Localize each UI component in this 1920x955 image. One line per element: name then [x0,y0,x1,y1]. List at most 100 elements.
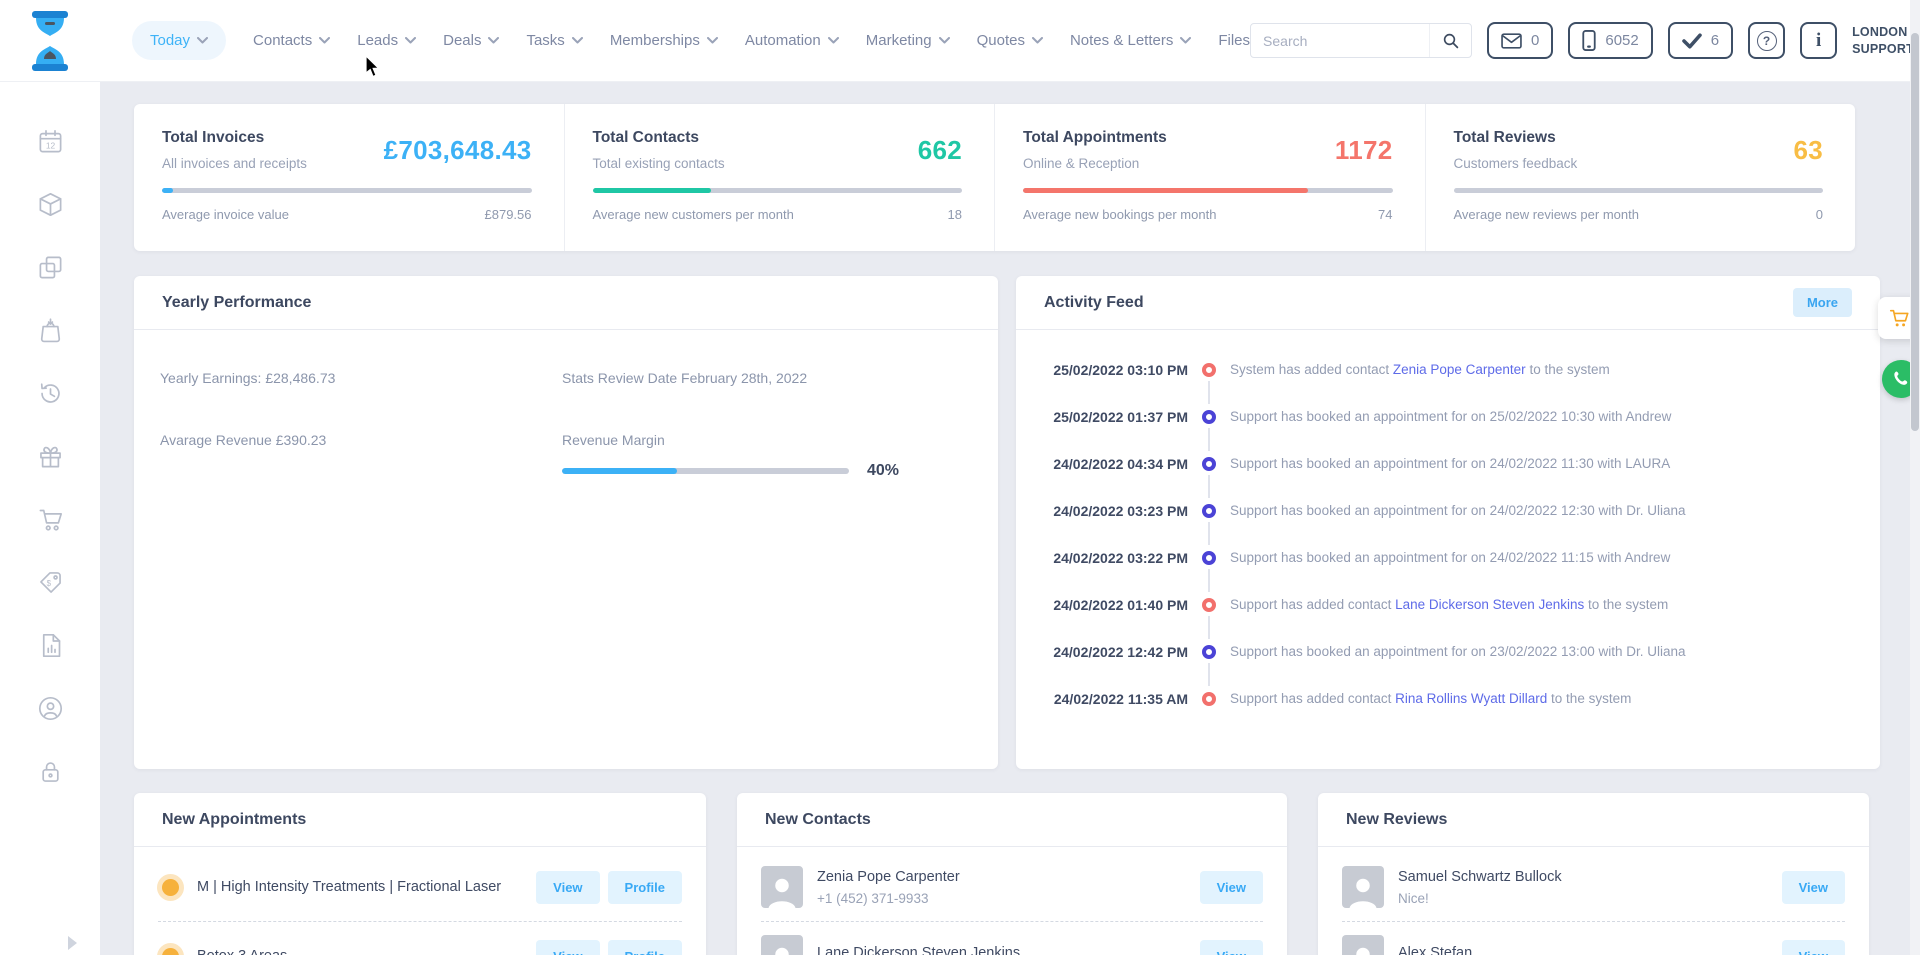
stat-card-appointments: Total Appointments Online & Reception 11… [994,104,1425,251]
view-button[interactable]: View [1200,871,1263,904]
stat-footer-value: 74 [1378,207,1392,222]
tasks-badge[interactable]: 6 [1668,22,1733,59]
calendar-icon[interactable]: 12 [37,128,64,155]
new-appointments-title: New Appointments [162,811,306,829]
view-button[interactable]: View [1782,940,1845,955]
search-button[interactable] [1429,24,1471,57]
new-reviews-panel: New Reviews Samuel Schwartz Bullock Nice… [1318,793,1869,955]
activity-feed-list: 25/02/2022 03:10 PM System has added con… [1016,330,1880,722]
nav-deals[interactable]: Deals [443,32,499,49]
contact-link[interactable]: Rina Rollins Wyatt Dillard [1395,691,1547,706]
scrollbar-thumb[interactable] [1911,33,1919,431]
sms-count: 6052 [1605,32,1638,49]
view-button[interactable]: View [1782,871,1845,904]
stat-subtitle: Total existing contacts [593,156,725,171]
nav-contacts[interactable]: Contacts [253,32,330,49]
avatar [761,935,803,955]
contact-row: Zenia Pope Carpenter +1 (452) 371-9933 V… [761,853,1263,921]
stat-progress [593,188,963,193]
revenue-margin-block: Revenue Margin 40% [562,432,964,480]
lock-icon[interactable] [37,758,64,785]
chevron-down-icon [319,37,330,44]
revenue-margin-progress [562,468,849,474]
stat-title: Total Appointments [1023,129,1167,147]
nav-tasks[interactable]: Tasks [526,32,582,49]
feed-item: 24/02/2022 12:42 PM Support has booked a… [1042,628,1854,675]
stats-review-date: Stats Review Date February 28th, 2022 [562,370,964,386]
stat-progress [162,188,532,193]
copy-icon[interactable] [37,254,64,281]
more-button[interactable]: More [1793,288,1852,317]
yearly-performance-panel: Yearly Performance Yearly Earnings: £28,… [134,276,998,769]
help-button[interactable]: ? [1748,22,1785,59]
contact-phone: +1 (452) 371-9933 [817,891,960,906]
user-icon [1345,941,1381,955]
stat-footer-label: Average invoice value [162,207,289,222]
contact-link[interactable]: Zenia Pope Carpenter [1393,362,1526,377]
stat-footer-label: Average new bookings per month [1023,207,1216,222]
avatar [1342,866,1384,908]
feed-dot-icon [1202,645,1216,659]
contact-link[interactable]: Lane Dickerson Steven Jenkins [1395,597,1584,612]
nav-automation[interactable]: Automation [745,32,839,49]
chevron-down-icon [488,37,499,44]
feed-item: 25/02/2022 03:10 PM System has added con… [1042,346,1854,393]
view-button[interactable]: View [536,940,599,955]
header-controls: 0 6052 6 ? i LOND [1250,19,1920,62]
history-icon[interactable] [37,380,64,407]
nav-leads[interactable]: Leads [357,32,416,49]
appointment-status-dot [162,948,179,955]
nav-memberships[interactable]: Memberships [610,32,718,49]
new-reviews-title: New Reviews [1346,811,1447,829]
scrollbar[interactable] [1910,0,1920,955]
check-icon [1682,33,1702,49]
stat-footer-label: Average new reviews per month [1454,207,1639,222]
profile-button[interactable]: Profile [608,871,682,904]
stat-title: Total Contacts [593,129,725,147]
svg-text:$: $ [46,579,51,588]
messages-badge[interactable]: 0 [1487,22,1553,59]
location-label: LONDON SUPPORT [1852,24,1914,57]
view-button[interactable]: View [536,871,599,904]
cart-icon[interactable] [37,506,64,533]
nav-notes-letters[interactable]: Notes & Letters [1070,32,1191,49]
feed-item: 24/02/2022 03:23 PM Support has booked a… [1042,487,1854,534]
profile-button[interactable]: Profile [608,940,682,955]
feed-dot-icon [1202,551,1216,565]
info-icon: i [1816,30,1821,52]
left-sidebar: 12 $ [0,82,100,955]
chevron-down-icon [1032,37,1043,44]
report-icon[interactable] [37,632,64,659]
bag-icon[interactable] [37,317,64,344]
feed-item: 24/02/2022 11:35 AM Support has added co… [1042,675,1854,722]
user-icon [764,872,800,908]
tasks-count: 6 [1711,32,1719,49]
stat-value: 1172 [1335,135,1393,166]
feed-dot-icon [1202,692,1216,706]
search-input[interactable] [1251,33,1429,49]
stat-value: 63 [1793,135,1823,166]
activity-feed-title: Activity Feed [1044,294,1144,312]
chevron-down-icon [572,37,583,44]
package-icon[interactable] [37,191,64,218]
account-icon[interactable] [37,695,64,722]
new-contacts-title: New Contacts [765,811,871,829]
sidebar-expand-arrow-icon[interactable] [68,936,77,950]
nav-today[interactable]: Today [132,21,226,60]
view-button[interactable]: View [1200,940,1263,955]
activity-feed-panel: Activity Feed More 25/02/2022 03:10 PM S… [1016,276,1880,769]
stat-footer-value: 18 [948,207,962,222]
nav-quotes[interactable]: Quotes [977,32,1043,49]
sms-badge[interactable]: 6052 [1568,22,1652,59]
hourglass-logo-icon[interactable] [24,9,76,73]
search-icon [1442,32,1460,50]
nav-marketing[interactable]: Marketing [866,32,950,49]
nav-files[interactable]: Files [1218,32,1250,49]
price-tag-icon[interactable]: $ [37,569,64,596]
info-button[interactable]: i [1800,22,1837,59]
cart-icon [1888,307,1910,329]
stat-subtitle: Customers feedback [1454,156,1578,171]
review-row: Samuel Schwartz Bullock Nice! View [1342,853,1845,921]
chevron-down-icon [1180,37,1191,44]
gift-icon[interactable] [37,443,64,470]
